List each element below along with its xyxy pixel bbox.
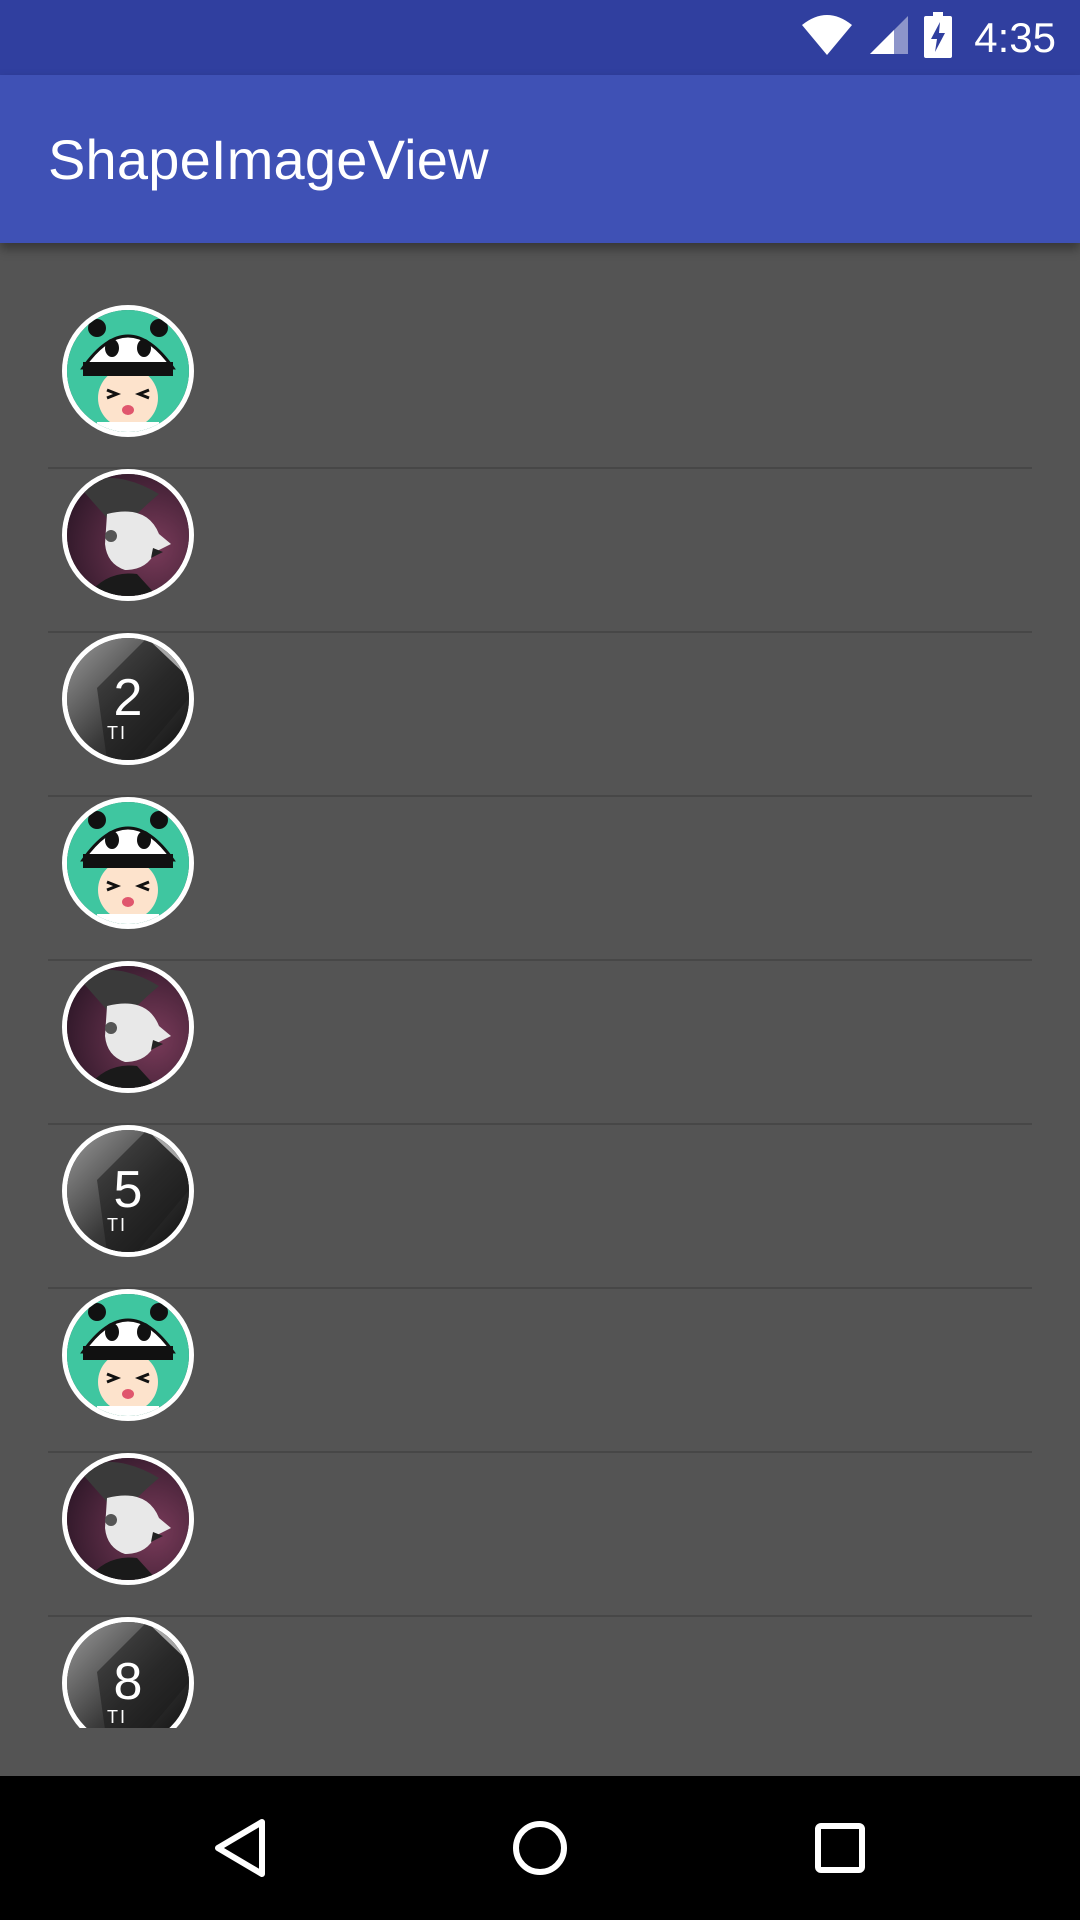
list-item[interactable]: 5 TI xyxy=(0,1125,1080,1289)
battery-charging-icon xyxy=(924,12,953,63)
avatar-list[interactable]: 2 TI 5 TI 8 TI xyxy=(0,243,1080,1728)
list-item[interactable]: 2 TI xyxy=(0,633,1080,797)
wifi-icon xyxy=(800,13,854,62)
recents-button[interactable] xyxy=(804,1812,876,1884)
recents-icon xyxy=(815,1823,865,1873)
avatar-list-inner: 2 TI 5 TI 8 TI xyxy=(0,243,1080,1728)
avatar-caption: TI xyxy=(107,723,127,743)
avatar-number-card: 5 TI xyxy=(62,1125,194,1257)
avatar-panda-hat-cartoon xyxy=(62,1289,194,1421)
list-item[interactable] xyxy=(0,797,1080,961)
avatar-caption: TI xyxy=(107,1707,127,1727)
avatar-masked-man-profile xyxy=(62,1453,194,1585)
list-item[interactable]: 8 TI xyxy=(0,1617,1080,1728)
avatar-masked-man-profile xyxy=(62,469,194,601)
navigation-bar xyxy=(0,1776,1080,1920)
avatar-number-card: 8 TI xyxy=(62,1617,194,1728)
avatar-panda-hat-cartoon xyxy=(62,797,194,929)
app-title: ShapeImageView xyxy=(48,128,489,191)
list-item[interactable] xyxy=(0,305,1080,469)
home-button[interactable] xyxy=(504,1812,576,1884)
status-icons: 4:35 xyxy=(800,0,1056,75)
avatar-number: 5 xyxy=(113,1161,143,1219)
avatar-number: 8 xyxy=(113,1653,143,1711)
avatar-caption: TI xyxy=(107,1215,127,1235)
avatar-masked-man-profile xyxy=(62,961,194,1093)
list-item[interactable] xyxy=(0,1453,1080,1617)
home-icon xyxy=(513,1821,567,1875)
avatar-number-card: 2 TI xyxy=(62,633,194,765)
list-item[interactable] xyxy=(0,961,1080,1125)
list-item[interactable] xyxy=(0,1289,1080,1453)
back-button[interactable] xyxy=(204,1812,276,1884)
status-time: 4:35 xyxy=(974,13,1056,61)
avatar-number: 2 xyxy=(113,669,143,727)
back-icon xyxy=(215,1819,265,1877)
app-bar: ShapeImageView xyxy=(0,75,1080,243)
list-item[interactable] xyxy=(0,469,1080,633)
avatar-panda-hat-cartoon xyxy=(62,305,194,437)
status-bar: 4:35 xyxy=(0,0,1080,75)
cell-signal-icon xyxy=(868,14,910,61)
